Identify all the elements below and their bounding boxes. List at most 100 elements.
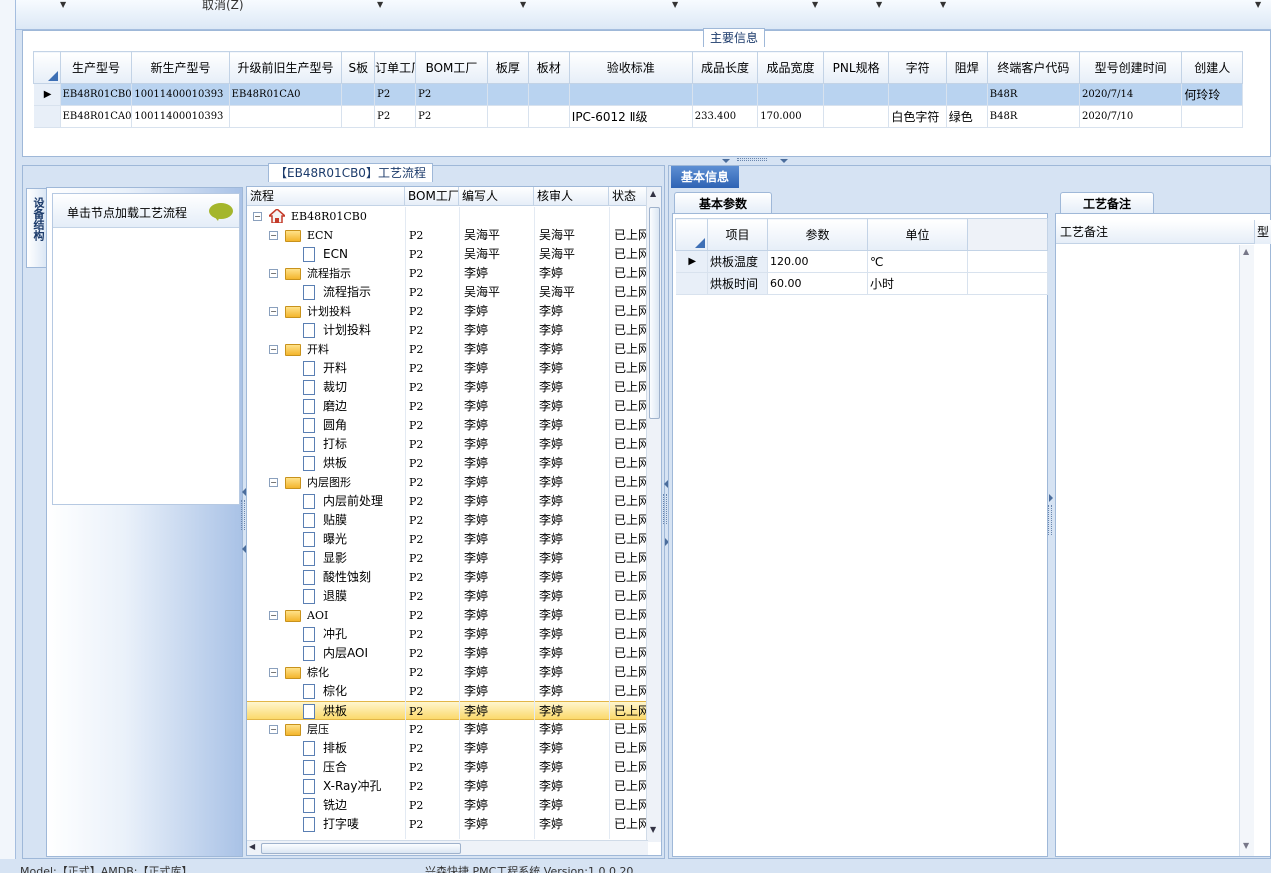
table-cell[interactable]: 10011400010393 — [131, 83, 230, 106]
notes-model-column-header[interactable]: 型号 — [1254, 220, 1271, 244]
table-cell[interactable] — [888, 83, 947, 106]
tree-vertical-scrollbar[interactable]: ▲ ▼ — [646, 187, 661, 842]
scroll-thumb[interactable] — [649, 207, 660, 419]
tree-root-node[interactable]: − EB48R01CB0 — [247, 207, 647, 226]
tree-group-node[interactable]: − 开料 P2 李婷 李婷 已上网 — [247, 340, 647, 359]
column-header[interactable]: S板 — [341, 51, 376, 84]
collapse-icon[interactable]: − — [253, 212, 262, 221]
tree-group-node[interactable]: − 计划投料 P2 李婷 李婷 已上网 — [247, 302, 647, 321]
notes-column-header[interactable]: 工艺备注 — [1056, 220, 1254, 244]
column-header[interactable]: 生产型号 — [59, 51, 133, 84]
column-header[interactable]: 编写人 — [459, 187, 534, 206]
table-cell[interactable]: 2020/7/10 — [1079, 105, 1183, 128]
tree-leaf-node[interactable]: 圆角 P2 李婷 李婷 已上网 — [247, 416, 647, 435]
table-cell[interactable]: 何玲玲 — [1181, 83, 1243, 106]
column-header[interactable]: 核审人 — [534, 187, 609, 206]
tree-leaf-node[interactable]: 开料 P2 李婷 李婷 已上网 — [247, 359, 647, 378]
dropdown-arrow-icon[interactable]: ▼ — [812, 0, 818, 9]
table-cell[interactable]: 10011400010393 — [131, 105, 230, 128]
notes-scrollbar[interactable]: ▲ ▼ — [1239, 245, 1254, 856]
dropdown-arrow-icon[interactable]: ▼ — [940, 0, 946, 9]
table-cell[interactable] — [341, 105, 376, 128]
collapse-icon[interactable]: − — [269, 307, 278, 316]
collapse-icon[interactable]: − — [269, 668, 278, 677]
collapse-icon[interactable]: − — [269, 345, 278, 354]
tree-leaf-node[interactable]: 内层前处理 P2 李婷 李婷 已上网 — [247, 492, 647, 511]
column-header[interactable]: 验收标准 — [568, 51, 693, 84]
dropdown-arrow-icon[interactable]: ▼ — [520, 0, 526, 9]
table-cell[interactable]: EB48R01CA0 — [60, 105, 133, 128]
dropdown-arrow-icon[interactable]: ▼ — [876, 0, 882, 9]
table-cell[interactable] — [528, 83, 570, 106]
tree-leaf-node[interactable]: 退膜 P2 李婷 李婷 已上网 — [247, 587, 647, 606]
tree-leaf-node[interactable]: 显影 P2 李婷 李婷 已上网 — [247, 549, 647, 568]
table-cell[interactable]: P2 — [415, 83, 488, 106]
table-cell[interactable] — [823, 105, 890, 128]
table-cell[interactable]: 60.00 — [767, 272, 868, 295]
table-cell[interactable] — [341, 83, 376, 106]
table-cell[interactable] — [487, 83, 529, 106]
cancel-button[interactable]: 取消(Z) — [202, 0, 244, 13]
column-header[interactable]: 成品长度 — [691, 51, 759, 84]
column-header[interactable]: BOM工厂 — [415, 51, 488, 84]
column-header[interactable]: BOM工厂 — [405, 187, 459, 206]
column-header[interactable]: 成品宽度 — [757, 51, 824, 84]
row-header[interactable] — [33, 105, 61, 128]
dropdown-arrow-icon[interactable]: ▼ — [60, 0, 66, 9]
table-cell[interactable] — [569, 83, 693, 106]
collapse-icon[interactable]: − — [269, 725, 278, 734]
column-header[interactable]: 订单工厂 — [374, 51, 417, 84]
tree-leaf-node[interactable]: 冲孔 P2 李婷 李婷 已上网 — [247, 625, 647, 644]
equipment-structure-tab[interactable]: 设备结构 — [26, 188, 46, 268]
table-cell[interactable] — [692, 83, 759, 106]
table-cell[interactable]: IPC-6012 Ⅱ级 — [569, 105, 693, 128]
collapse-icon[interactable]: − — [269, 478, 278, 487]
table-cell[interactable] — [1181, 105, 1243, 128]
current-row-indicator[interactable]: ▶ — [675, 250, 708, 273]
tree-leaf-node[interactable]: 流程指示 P2 吴海平 吴海平 已上网 — [247, 283, 647, 302]
dropdown-arrow-icon[interactable]: ▼ — [377, 0, 383, 9]
column-header[interactable]: 流程 — [247, 187, 405, 206]
tree-group-node[interactable]: − 棕化 P2 李婷 李婷 已上网 — [247, 663, 647, 682]
column-header[interactable]: 板材 — [527, 51, 570, 84]
table-cell[interactable] — [487, 105, 529, 128]
column-header[interactable]: 型号创建时间 — [1078, 51, 1183, 84]
table-cell[interactable]: 233.400 — [692, 105, 759, 128]
table-cell[interactable]: B48R — [987, 83, 1080, 106]
tree-leaf-node[interactable]: 磨边 P2 李婷 李婷 已上网 — [247, 397, 647, 416]
column-header[interactable]: 项目 — [707, 218, 768, 251]
expand-right-icon[interactable] — [1049, 494, 1053, 502]
collapse-icon[interactable]: − — [269, 269, 278, 278]
table-cell[interactable] — [528, 105, 570, 128]
table-cell[interactable]: 烘板时间 — [707, 272, 768, 295]
table-cell[interactable]: P2 — [374, 105, 417, 128]
table-cell[interactable]: P2 — [374, 83, 417, 106]
table-row[interactable]: ▶ EB48R01CB0 10011400010393 EB48R01CA0 P2 P2 B… — [33, 83, 1243, 106]
column-header[interactable]: 终端客户代码 — [986, 51, 1080, 84]
table-cell[interactable]: 小时 — [867, 272, 968, 295]
collapse-icon[interactable]: − — [269, 231, 278, 240]
column-header[interactable]: 板厚 — [486, 51, 529, 84]
dropdown-arrow-icon[interactable]: ▼ — [672, 0, 678, 9]
tree-group-node[interactable]: − 层压 P2 李婷 李婷 已上网 — [247, 720, 647, 739]
tree-leaf-node[interactable]: 棕化 P2 李婷 李婷 已上网 — [247, 682, 647, 701]
collapse-icon[interactable]: − — [269, 611, 278, 620]
table-cell[interactable]: 120.00 — [767, 250, 868, 273]
tree-group-node[interactable]: − 内层图形 P2 李婷 李婷 已上网 — [247, 473, 647, 492]
table-cell[interactable] — [946, 83, 988, 106]
table-cell[interactable]: EB48R01CA0 — [229, 83, 343, 106]
tree-leaf-node[interactable]: 内层AOI P2 李婷 李婷 已上网 — [247, 644, 647, 663]
basic-params-tab[interactable]: 基本参数 — [674, 192, 772, 214]
column-header[interactable]: 参数 — [767, 218, 868, 251]
table-cell[interactable]: B48R — [987, 105, 1080, 128]
column-header[interactable]: 创建人 — [1181, 51, 1243, 84]
current-row-indicator[interactable]: ▶ — [33, 83, 61, 106]
column-header[interactable]: 新生产型号 — [131, 51, 230, 84]
row-header[interactable] — [675, 272, 708, 295]
scroll-up-icon[interactable]: ▲ — [1243, 247, 1249, 256]
tree-leaf-node[interactable]: 裁切 P2 李婷 李婷 已上网 — [247, 378, 647, 397]
tree-leaf-node[interactable]: 计划投料 P2 李婷 李婷 已上网 — [247, 321, 647, 340]
tree-horizontal-scrollbar[interactable]: ◀ — [247, 840, 648, 855]
tree-leaf-node[interactable]: 铣边 P2 李婷 李婷 已上网 — [247, 796, 647, 815]
table-cell[interactable] — [229, 105, 343, 128]
